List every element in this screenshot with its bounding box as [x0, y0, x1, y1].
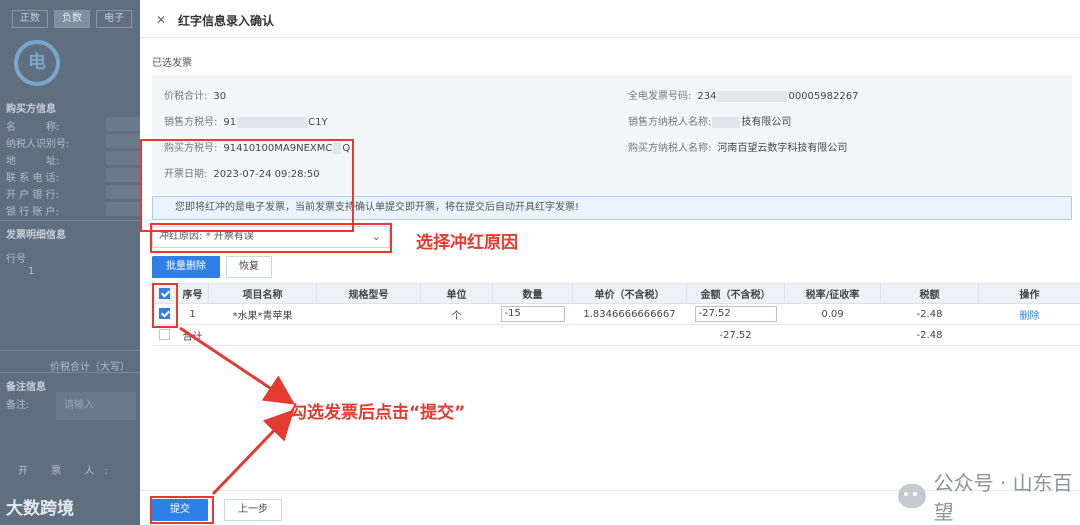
issue-date-info: 开票日期: 2023-07-24 09:28:50: [164, 169, 320, 180]
bg-buyer-section-title: 购买方信息: [6, 104, 56, 115]
invoice-items-table: 序号 项目名称 规格型号 单位 数量 单价（不含税） 金额（不含税） 税率/征收…: [152, 283, 1080, 346]
row-index: 1: [176, 303, 209, 325]
reason-value: 开票有误: [213, 231, 254, 242]
watermark-right-text: 公众号 · 山东百望: [933, 471, 1073, 524]
invoice-logo-icon: 电: [14, 40, 60, 86]
background-tabs: 正数 负数 电子: [12, 10, 132, 28]
total-info: 价税合计: 30: [164, 91, 227, 102]
bg-buyer-field: 名 称:: [6, 117, 140, 133]
buyer-name-info: 购买方纳税人名称: 河南百望云数字科技有限公司: [628, 143, 848, 154]
bg-buyer-field: 纳税人识别号:: [6, 134, 140, 150]
bg-tab-electronic: 电子: [96, 10, 132, 28]
annotation-reason-hint: 选择冲红原因: [416, 233, 518, 253]
close-icon[interactable]: ✕: [156, 13, 166, 27]
bg-memo-input: 请输入: [56, 392, 136, 420]
total-row-checkbox: [159, 329, 170, 341]
row-item-name: *水果*青苹果: [208, 303, 317, 325]
reason-select[interactable]: 冲红原因: * 开票有误 ⌄: [152, 226, 390, 248]
bg-detail-section-title: 发票明细信息: [6, 230, 66, 241]
column-header: 序号: [176, 283, 209, 304]
bg-divider: [0, 220, 140, 221]
selected-invoice-label: 已选发票: [152, 58, 192, 69]
total-label: 合计: [176, 324, 209, 346]
invoice-info-panel: 价税合计: 30 全电发票号码: 234 00005982267 销售方税号: 91 C1…: [152, 75, 1072, 195]
bg-memo-section-title: 备注信息: [6, 382, 46, 393]
select-all-cell[interactable]: [152, 283, 177, 304]
bg-tab-negative: 负数: [54, 10, 90, 28]
table-header-row: 序号 项目名称 规格型号 单位 数量 单价（不含税） 金额（不含税） 税率/征收…: [152, 283, 1080, 304]
buyer-tax-info: 购买方税号: 91410100MA9NEXMC Q: [164, 142, 351, 154]
total-amount: -27.52: [686, 324, 785, 346]
background-page: 正数 负数 电子 电 购买方信息 名 称: 纳税人识别号: 地 址: 联 系 电…: [0, 0, 140, 525]
table-row[interactable]: 1 *水果*青苹果 个 -15 1.8346666666667 -27.52 0…: [152, 303, 1080, 325]
column-header: 税率/征收率: [784, 283, 881, 304]
seller-name-info: 销售方纳税人名称: 技有限公司: [628, 116, 792, 128]
invoice-number-info: 全电发票号码: 234 00005982267: [628, 90, 859, 102]
red-invoice-dialog: ✕ 红字信息录入确认 已选发票 价税合计: 30 全电发票号码: 234 000059…: [140, 0, 1080, 525]
total-tax: -2.48: [880, 324, 979, 346]
amount-input[interactable]: -27.52: [694, 306, 777, 322]
watermark-right: 公众号 · 山东百望: [898, 467, 1080, 525]
row-checkbox[interactable]: [159, 308, 170, 320]
bg-buyer-field: 开 户 银 行:: [6, 185, 140, 201]
bg-row-label: 行号: [6, 254, 26, 265]
previous-step-button[interactable]: 上一步: [224, 499, 282, 521]
column-header: 操作: [978, 283, 1080, 304]
dialog-header: ✕ 红字信息录入确认: [140, 0, 1080, 38]
column-header: 数量: [492, 283, 573, 304]
column-header: 金额（不含税）: [686, 283, 785, 304]
bg-buyer-field: 联 系 电 话:: [6, 168, 140, 184]
watermark-left: 大数跨境: [6, 499, 74, 519]
bg-divider: [0, 372, 140, 373]
quantity-input[interactable]: -15: [500, 306, 565, 322]
bg-tab-positive: 正数: [12, 10, 48, 28]
column-header: 规格型号: [316, 283, 421, 304]
row-unit: 个: [420, 303, 493, 325]
submit-button[interactable]: 提交: [152, 499, 208, 521]
bg-buyer-field: 银 行 账 户:: [6, 202, 140, 218]
batch-delete-button[interactable]: 批量删除: [152, 256, 220, 278]
reason-label: 冲红原因:: [159, 231, 203, 242]
select-all-checkbox[interactable]: [159, 287, 170, 299]
seller-tax-info: 销售方税号: 91 C1Y: [164, 116, 328, 128]
dialog-title: 红字信息录入确认: [178, 14, 275, 28]
row-spec: [316, 303, 421, 325]
table-total-row: 合计 -27.52 -2.48: [152, 324, 1080, 346]
column-header: 税额: [880, 283, 979, 304]
delete-row-link[interactable]: 删除: [1020, 311, 1040, 322]
required-mark: *: [205, 231, 211, 242]
bg-divider: [0, 350, 140, 351]
column-header: 单价（不含税）: [572, 283, 687, 304]
column-header: 单位: [420, 283, 493, 304]
notice-banner: 您即将红冲的是电子发票，当前发票支持确认单提交即开票，将在提交后自动开具红字发票…: [152, 196, 1072, 220]
wechat-icon: [898, 484, 926, 508]
row-unit-price: 1.8346666666667: [572, 303, 687, 325]
annotation-submit-hint: 勾选发票后点击“提交”: [290, 403, 466, 423]
column-header: 项目名称: [208, 283, 317, 304]
bg-buyer-field: 地 址:: [6, 151, 140, 167]
row-tax: -2.48: [880, 303, 979, 325]
bg-opener-label: 开 票 人:: [18, 466, 118, 477]
bg-row-value: 1: [28, 266, 35, 277]
bg-total-label: 价税合计（大写）: [50, 362, 130, 373]
restore-button[interactable]: 恢复: [226, 256, 272, 278]
chevron-down-icon: ⌄: [371, 230, 381, 243]
row-tax-rate: 0.09: [784, 303, 881, 325]
